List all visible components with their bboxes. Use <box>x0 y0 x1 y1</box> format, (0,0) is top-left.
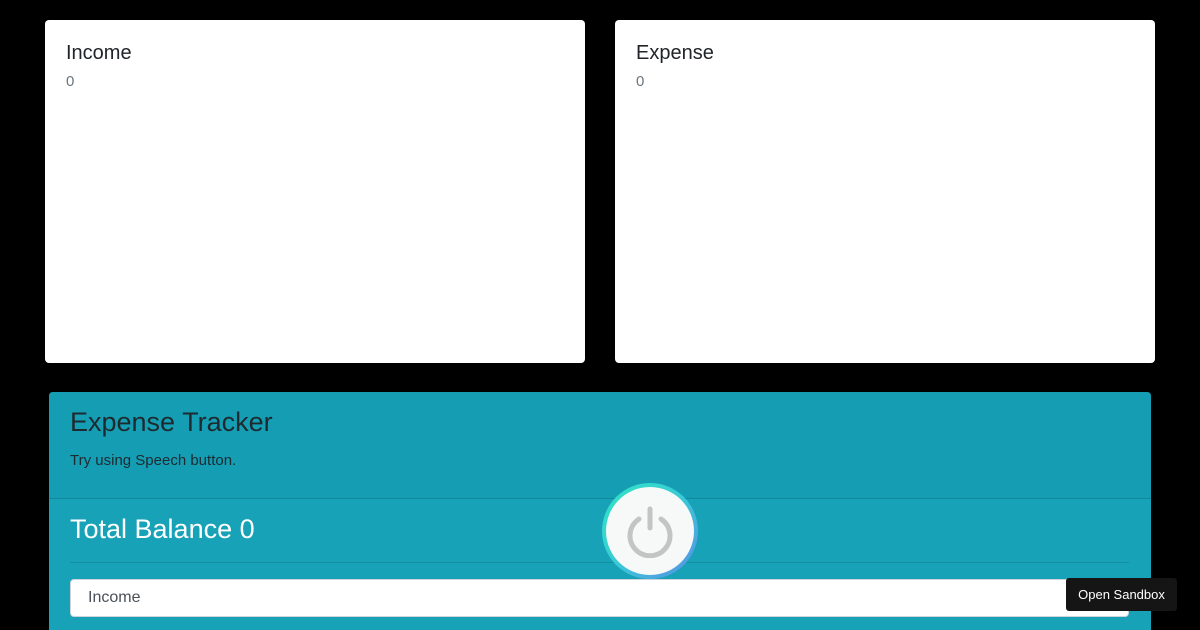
power-icon <box>627 506 673 558</box>
income-card-title: Income <box>66 42 132 64</box>
speech-button-face <box>606 487 694 575</box>
type-select[interactable]: Income <box>70 579 1129 617</box>
total-balance: Total Balance 0 <box>70 513 1129 563</box>
tracker-subtitle: Try using Speech button. <box>70 452 237 469</box>
speech-button[interactable] <box>602 483 698 579</box>
tracker-title: Expense Tracker <box>70 407 273 437</box>
page: Income 0 Expense 0 Expense Tracker Try u… <box>0 0 1200 630</box>
expense-card-title: Expense <box>636 42 714 64</box>
income-card: Income 0 <box>45 20 585 363</box>
tracker-header: Expense Tracker Try using Speech button. <box>49 392 1151 499</box>
expense-tracker-panel: Expense Tracker Try using Speech button.… <box>49 392 1151 630</box>
expense-card-value: 0 <box>636 73 645 90</box>
tracker-body: Total Balance 0 Income <box>49 499 1151 617</box>
expense-card: Expense 0 <box>615 20 1155 363</box>
open-sandbox-button[interactable]: Open Sandbox <box>1066 578 1177 611</box>
income-card-value: 0 <box>66 73 75 90</box>
